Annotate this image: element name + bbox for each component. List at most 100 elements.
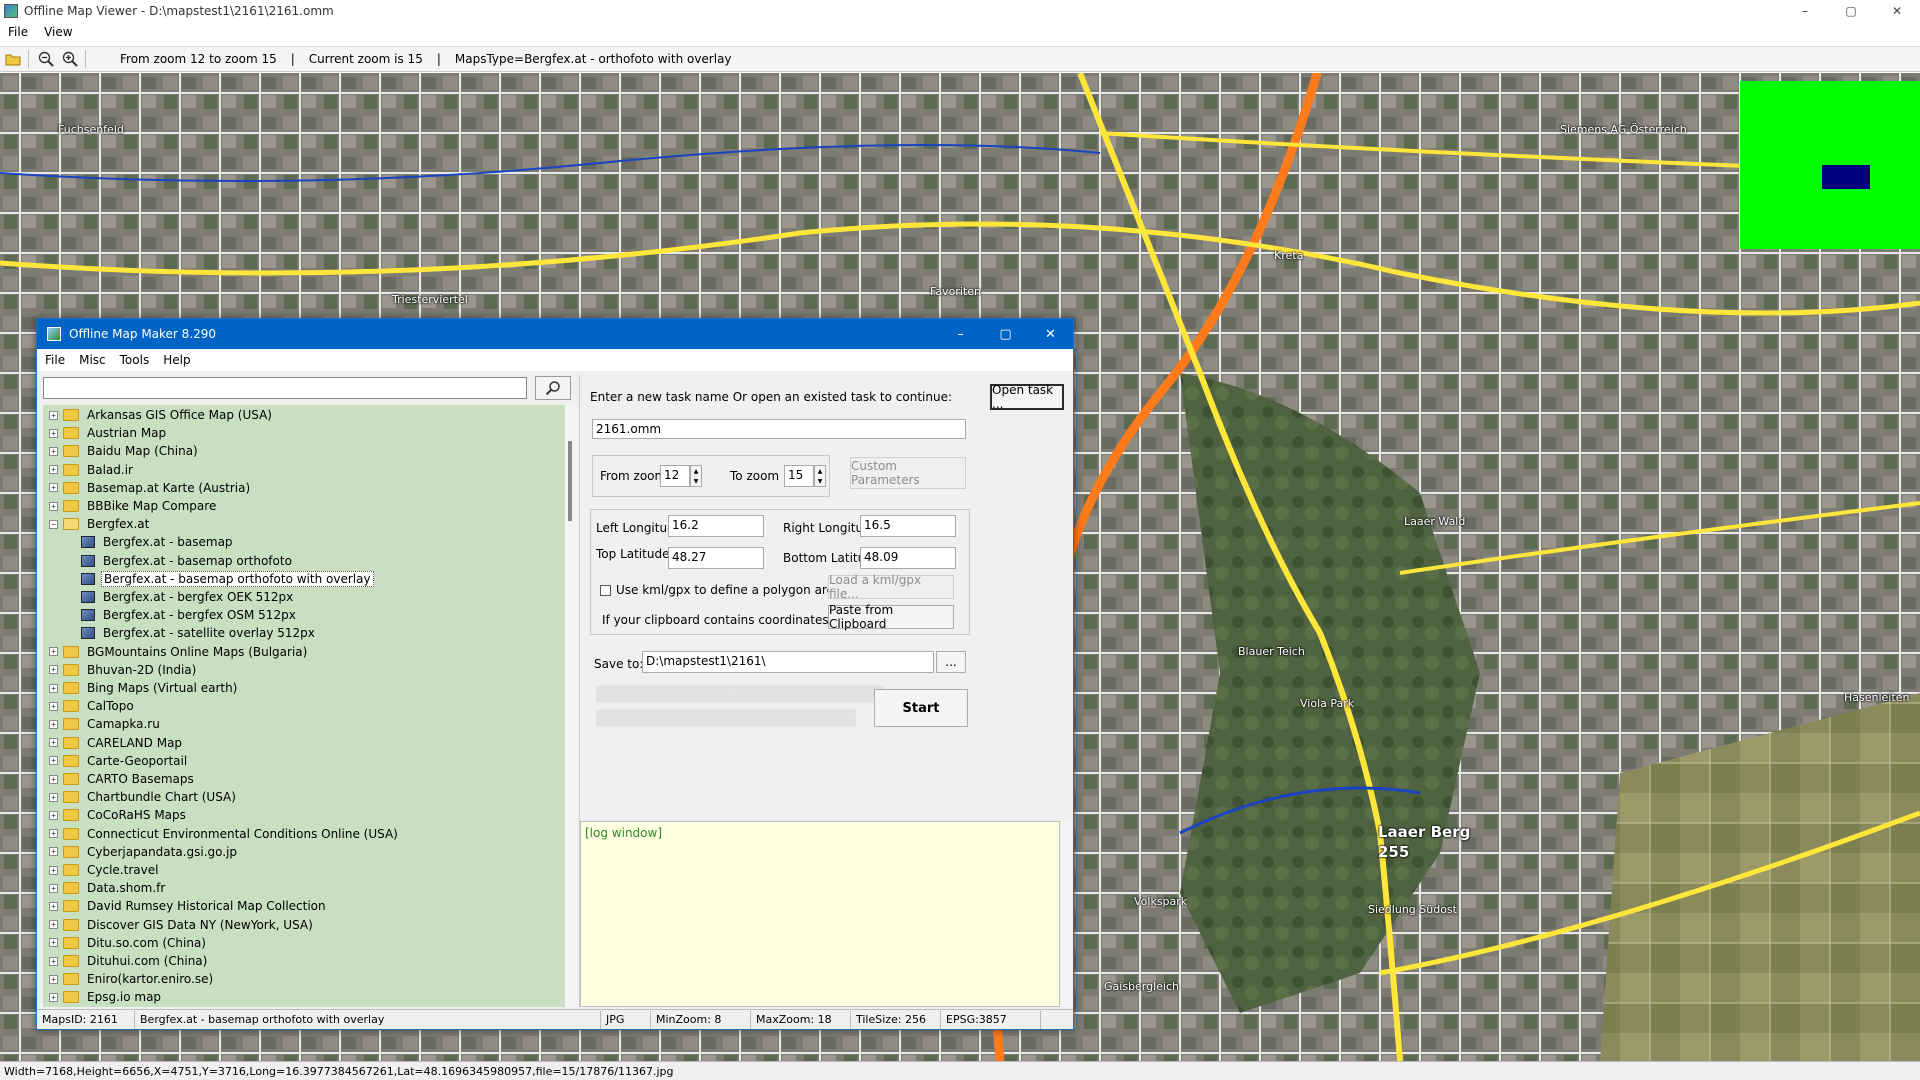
expand-icon[interactable]: + <box>49 501 58 511</box>
tree-folder-item[interactable]: + Chartbundle Chart (USA) <box>49 788 238 806</box>
to-zoom-input[interactable]: 15 <box>784 465 814 487</box>
menu-file[interactable]: File <box>8 25 28 39</box>
tree-map-item[interactable]: Bergfex.at - bergfex OSM 512px <box>81 606 298 624</box>
expand-icon[interactable]: + <box>49 410 58 420</box>
expand-icon[interactable]: + <box>49 465 58 475</box>
minimize-button[interactable]: – <box>1782 0 1828 22</box>
expand-icon[interactable]: + <box>49 865 58 875</box>
tree-folder-item[interactable]: + Ditu.so.com (China) <box>49 934 208 952</box>
tree-folder-item[interactable]: + Austrian Map <box>49 424 168 442</box>
left-longitude-input[interactable]: 16.2 <box>668 515 764 537</box>
tree-folder-item[interactable]: + Bhuvan-2D (India) <box>49 661 198 679</box>
collapse-icon[interactable]: − <box>49 519 58 529</box>
tree-folder-item[interactable]: − Bergfex.at <box>49 515 151 533</box>
bottom-latitude-input[interactable]: 48.09 <box>860 547 956 569</box>
tree-folder-item[interactable]: + Cycle.travel <box>49 861 160 879</box>
dialog-menu-file[interactable]: File <box>45 353 65 367</box>
tree-folder-item[interactable]: + Camapka.ru <box>49 715 162 733</box>
right-longitude-input[interactable]: 16.5 <box>860 515 956 537</box>
tree-folder-item[interactable]: + Data.shom.fr <box>49 879 167 897</box>
load-kml-button[interactable]: Load a kml/gpx file... <box>828 573 954 601</box>
paste-from-clipboard-button[interactable]: Paste from Clipboard <box>828 603 954 631</box>
tree-folder-item[interactable]: + CARTO Basemaps <box>49 770 196 788</box>
tree-folder-item[interactable]: + CoCoRaHS Maps <box>49 806 188 824</box>
expand-icon[interactable]: + <box>49 665 58 675</box>
log-scrollbar[interactable] <box>1060 821 1072 1007</box>
tree-map-item[interactable]: Bergfex.at - basemap <box>81 533 235 551</box>
tree-folder-item[interactable]: + Bing Maps (Virtual earth) <box>49 679 239 697</box>
task-name-input[interactable]: 2161.omm <box>592 419 966 439</box>
expand-icon[interactable]: + <box>49 847 58 857</box>
dialog-title-bar[interactable]: Offline Map Maker 8.290 – ▢ ✕ <box>37 319 1073 349</box>
tree-folder-item[interactable]: + Eniro(kartor.eniro.se) <box>49 970 215 988</box>
tree-scrollbar[interactable] <box>565 405 577 1007</box>
tree-folder-item[interactable]: + Basemap.at Karte (Austria) <box>49 479 252 497</box>
expand-icon[interactable]: + <box>49 647 58 657</box>
maximize-button[interactable]: ▢ <box>1828 0 1874 22</box>
expand-icon[interactable]: + <box>49 446 58 456</box>
dialog-menu-tools[interactable]: Tools <box>120 353 150 367</box>
overview-viewport[interactable] <box>1822 165 1870 189</box>
expand-icon[interactable]: + <box>49 974 58 984</box>
custom-parameters-button[interactable]: Custom Parameters <box>850 457 966 489</box>
tree-folder-item[interactable]: + Epsg.io map <box>49 988 163 1006</box>
dialog-minimize-button[interactable]: – <box>938 319 983 349</box>
save-path-input[interactable]: D:\mapstest1\2161\ <box>642 651 934 673</box>
top-latitude-input[interactable]: 48.27 <box>668 547 764 569</box>
dialog-menu-misc[interactable]: Misc <box>79 353 106 367</box>
expand-icon[interactable]: + <box>49 920 58 930</box>
expand-icon[interactable]: + <box>49 901 58 911</box>
browse-folder-button[interactable]: ... <box>936 651 966 673</box>
start-button[interactable]: Start <box>874 689 968 727</box>
close-button[interactable]: ✕ <box>1874 0 1920 22</box>
expand-icon[interactable]: + <box>49 756 58 766</box>
expand-icon[interactable]: + <box>49 774 58 784</box>
expand-icon[interactable]: + <box>49 701 58 711</box>
map-source-tree[interactable]: + Arkansas GIS Office Map (USA) + Austrian … <box>43 405 567 1007</box>
tree-folder-item[interactable]: + Baidu Map (China) <box>49 442 200 460</box>
expand-icon[interactable]: + <box>49 883 58 893</box>
tree-map-item[interactable]: Bergfex.at - bergfex OEK 512px <box>81 588 295 606</box>
tree-folder-item[interactable]: + Carte-Geoportail <box>49 752 189 770</box>
open-task-button[interactable]: Open task ... <box>990 383 1064 411</box>
expand-icon[interactable]: + <box>49 829 58 839</box>
from-zoom-spinner[interactable]: ▲ ▼ <box>690 465 702 487</box>
menu-view[interactable]: View <box>44 25 72 39</box>
tree-folder-item[interactable]: + Balad.ir <box>49 461 135 479</box>
tree-folder-item[interactable]: + Cyberjapandata.gsi.go.jp <box>49 843 239 861</box>
overview-minimap[interactable] <box>1740 81 1920 249</box>
expand-icon[interactable]: + <box>49 938 58 948</box>
dialog-maximize-button[interactable]: ▢ <box>983 319 1028 349</box>
log-window[interactable]: [log window] <box>580 821 1060 1007</box>
expand-icon[interactable]: + <box>49 956 58 966</box>
expand-icon[interactable]: + <box>49 992 58 1002</box>
to-zoom-spinner[interactable]: ▲ ▼ <box>814 465 826 487</box>
tree-folder-item[interactable]: + Arkansas GIS Office Map (USA) <box>49 406 274 424</box>
expand-icon[interactable]: + <box>49 483 58 493</box>
tree-folder-item[interactable]: + David Rumsey Historical Map Collection <box>49 897 328 915</box>
tree-map-item[interactable]: Bergfex.at - satellite overlay 512px <box>81 624 317 642</box>
expand-icon[interactable]: + <box>49 810 58 820</box>
expand-icon[interactable]: + <box>49 719 58 729</box>
tree-map-item[interactable]: Bergfex.at - basemap orthofoto with over… <box>81 570 374 588</box>
tree-folder-item[interactable]: + BGMountains Online Maps (Bulgaria) <box>49 643 309 661</box>
tree-folder-item[interactable]: + Connecticut Environmental Conditions On… <box>49 825 400 843</box>
tree-map-item[interactable]: Bergfex.at - basemap orthofoto <box>81 552 294 570</box>
from-zoom-input[interactable]: 12 <box>660 465 690 487</box>
zoom-in-icon[interactable] <box>59 49 81 69</box>
kml-polygon-checkbox[interactable] <box>600 585 611 596</box>
tree-folder-item[interactable]: + CARELAND Map <box>49 734 184 752</box>
tree-folder-item[interactable]: + Dituhui.com (China) <box>49 952 209 970</box>
expand-icon[interactable]: + <box>49 428 58 438</box>
dialog-close-button[interactable]: ✕ <box>1028 319 1073 349</box>
tree-scrollbar-thumb[interactable] <box>568 441 572 521</box>
folder-open-icon[interactable] <box>2 49 24 69</box>
map-search-input[interactable] <box>43 377 527 399</box>
expand-icon[interactable]: + <box>49 792 58 802</box>
search-button[interactable] <box>535 376 571 400</box>
tree-folder-item[interactable]: + CalTopo <box>49 697 136 715</box>
expand-icon[interactable]: + <box>49 683 58 693</box>
tree-folder-item[interactable]: + Discover GIS Data NY (NewYork, USA) <box>49 916 315 934</box>
zoom-out-icon[interactable] <box>35 49 57 69</box>
expand-icon[interactable]: + <box>49 738 58 748</box>
